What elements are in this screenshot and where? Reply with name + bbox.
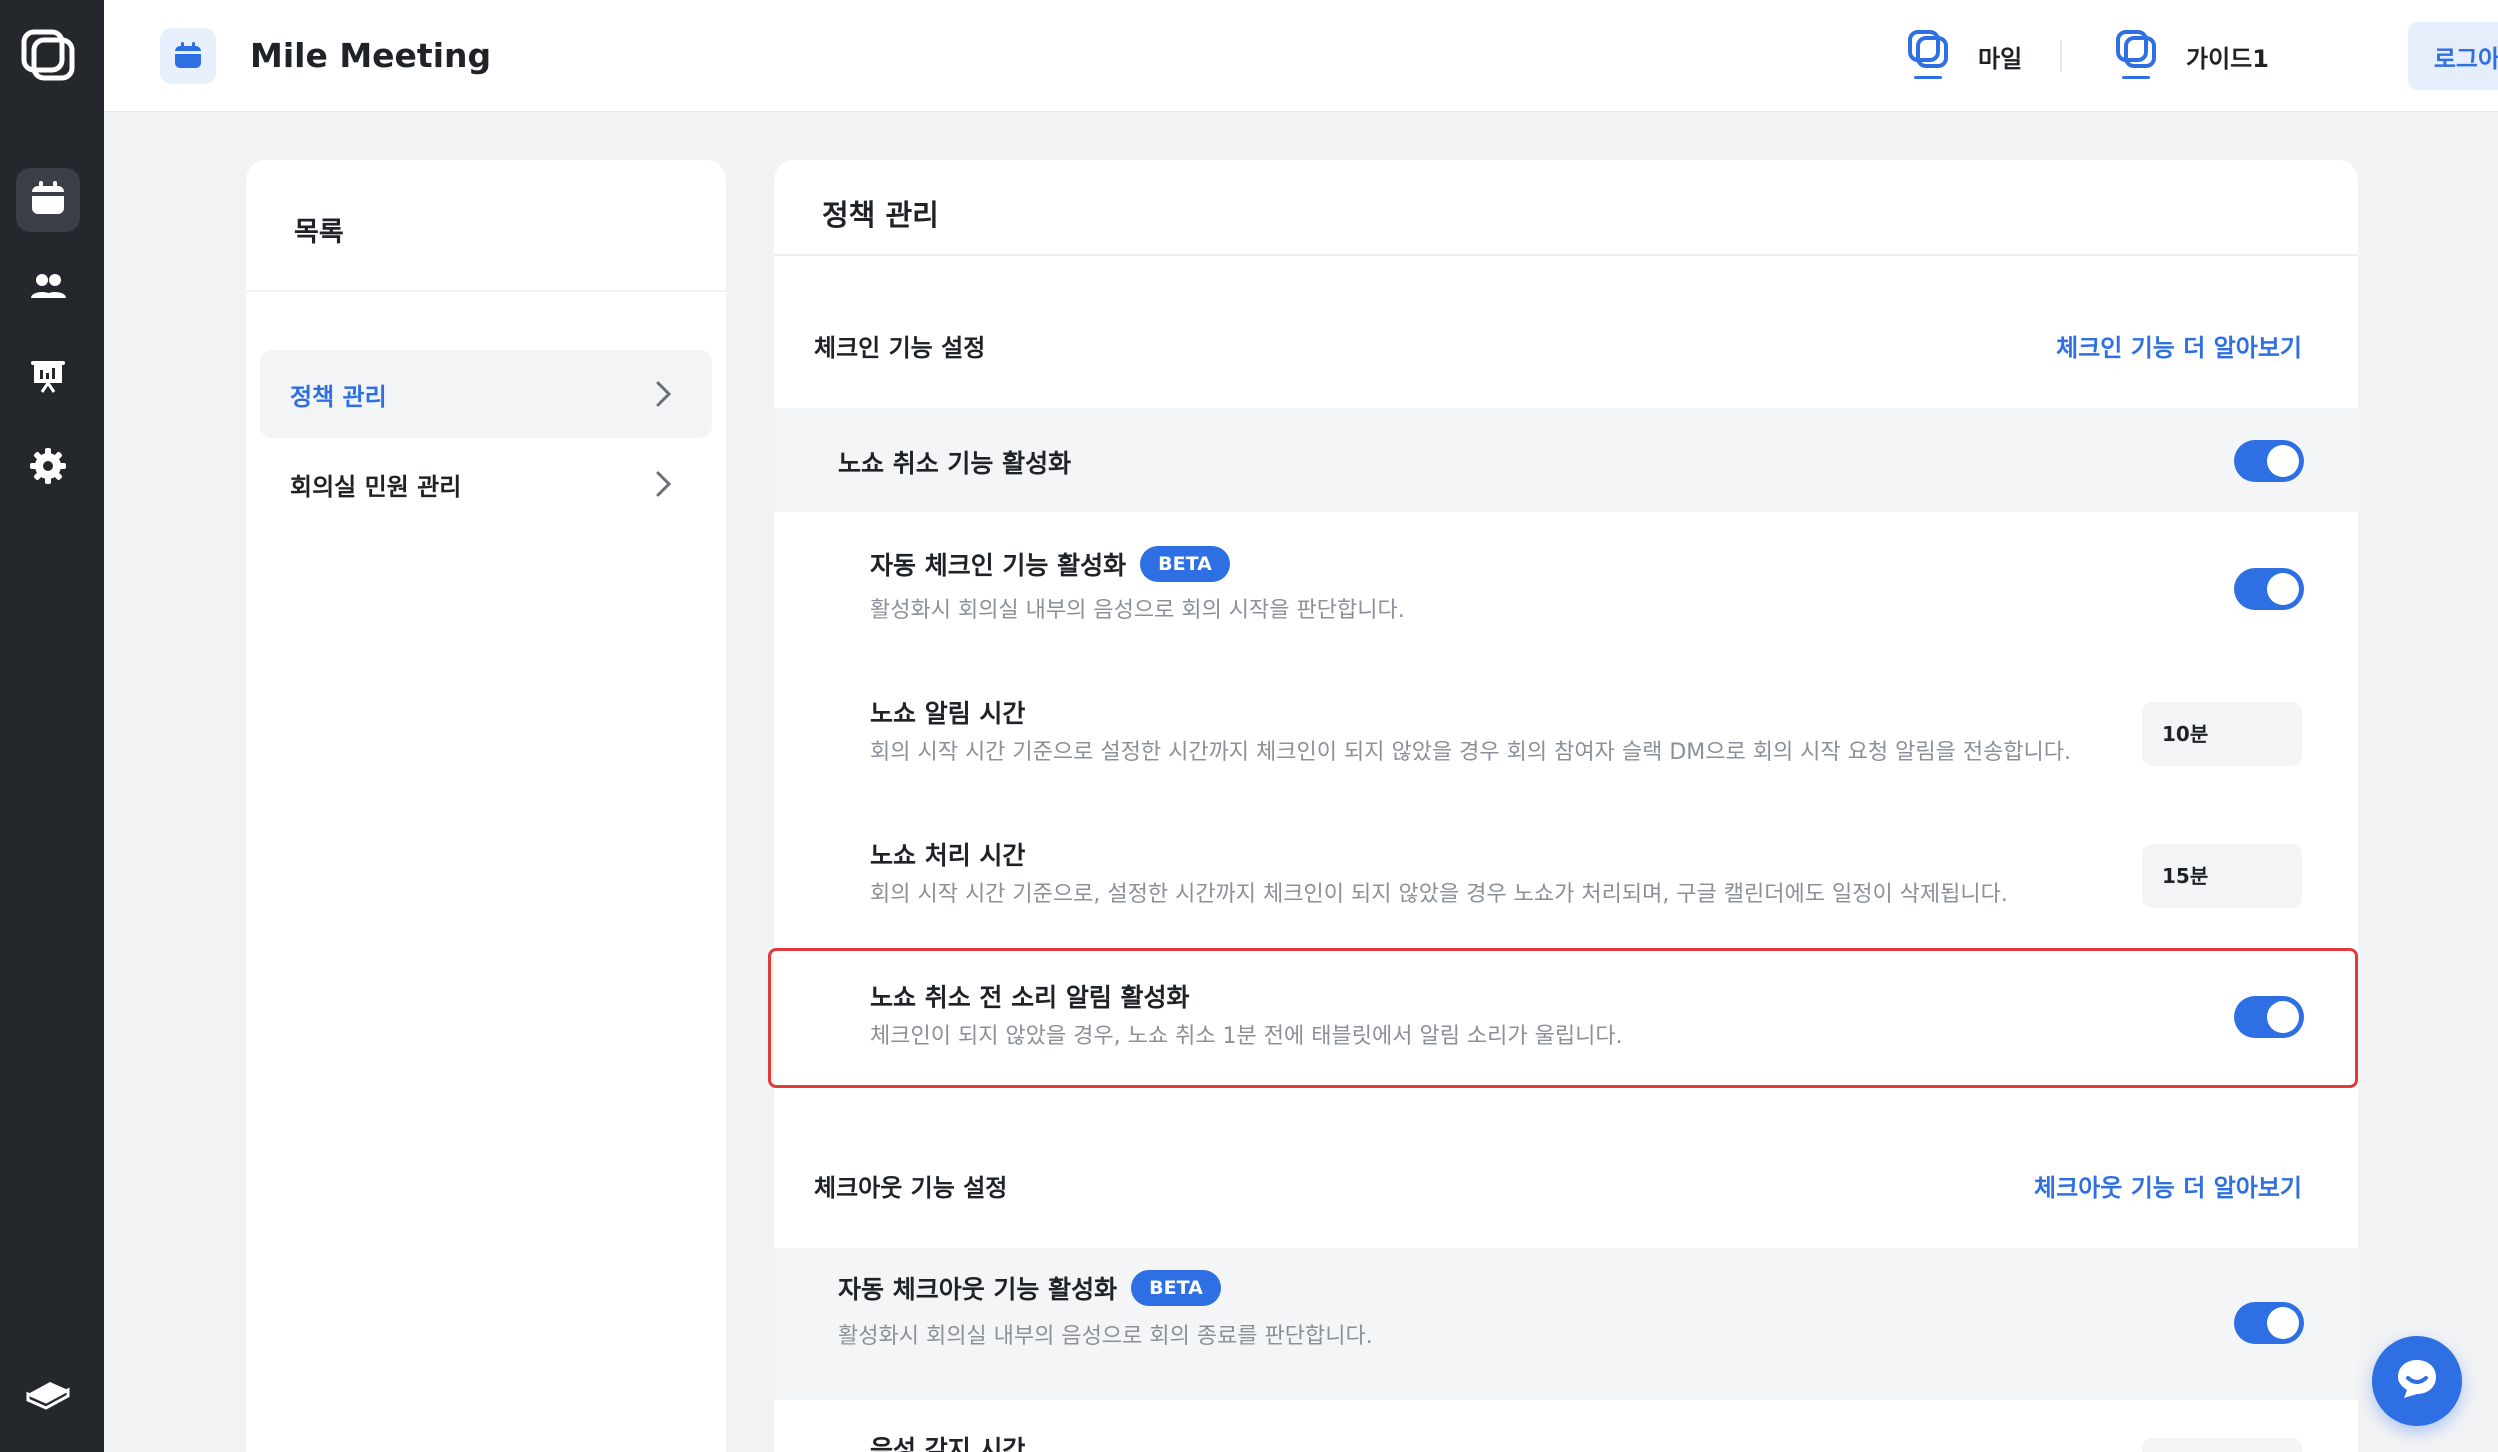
nav-people-button[interactable] (16, 256, 80, 320)
nav-presentation-button[interactable] (16, 346, 80, 410)
app-logo-icon[interactable] (20, 26, 76, 82)
noshow-alert-time-desc: 회의 시작 시간 기준으로 설정한 시간까지 체크인이 되지 않았을 경우 회의… (870, 740, 2072, 765)
auto-checkin-label: 자동 체크인 기능 활성화 BETA (870, 546, 1230, 585)
auto-checkin-toggle[interactable] (2234, 568, 2304, 610)
noshow-cancel-label: 노쇼 취소 기능 활성화 (838, 449, 1072, 478)
auto-checkout-label: 자동 체크아웃 기능 활성화 BETA (838, 1270, 1221, 1309)
noshow-cancel-row: 노쇼 취소 기능 활성화 (774, 408, 2358, 512)
noshow-alert-time-label: 노쇼 알림 시간 (870, 699, 1026, 728)
noshow-process-time-select[interactable]: 15분 (2142, 844, 2302, 908)
auto-checkout-toggle[interactable] (2234, 1302, 2304, 1344)
sound-alert-toggle[interactable] (2234, 996, 2304, 1038)
beta-badge: BETA (1140, 546, 1230, 582)
auto-checkout-row: 자동 체크아웃 기능 활성화 BETA 활성화시 회의실 내부의 음성으로 회의 … (774, 1248, 2358, 1400)
nav-settings-button[interactable] (16, 436, 80, 500)
voice-detect-time-label: 음성 감지 시간 (870, 1435, 1026, 1452)
nav-calendar-button[interactable] (16, 168, 80, 232)
auto-checkout-desc: 활성화시 회의실 내부의 음성으로 회의 종료를 판단합니다. (838, 1324, 1373, 1349)
noshow-cancel-toggle[interactable] (2234, 440, 2304, 482)
calendar-icon (28, 178, 68, 222)
settings-icon (28, 446, 68, 490)
divider (774, 254, 2358, 256)
divider (246, 290, 726, 292)
checkin-learn-more-link[interactable]: 체크인 기능 더 알아보기 (2056, 328, 2302, 363)
menu-list-card: 목록 정책 관리 회의실 민원 관리 (246, 160, 726, 1452)
book-icon (24, 1372, 72, 1416)
workspace-logo-icon (1904, 26, 1952, 86)
list-title: 목록 (294, 217, 344, 248)
page-title: 정책 관리 (822, 198, 939, 232)
user-name: 가이드1 (2186, 44, 2269, 73)
nav-rail (0, 0, 104, 1452)
noshow-alert-time-select[interactable]: 10분 (2142, 702, 2302, 766)
list-item-complaints[interactable]: 회의실 민원 관리 (260, 440, 712, 528)
noshow-process-time-label: 노쇼 처리 시간 (870, 841, 1026, 870)
noshow-process-time-desc: 회의 시작 시간 기준으로, 설정한 시간까지 체크인이 되지 않았을 경우 노… (870, 882, 2008, 907)
voice-detect-time-select[interactable] (2142, 1438, 2302, 1452)
people-icon (28, 266, 68, 310)
auto-checkin-desc: 활성화시 회의실 내부의 음성으로 회의 시작을 판단합니다. (870, 598, 1405, 623)
app-calendar-icon (160, 28, 216, 84)
chevron-right-icon (650, 470, 676, 498)
list-item-policy[interactable]: 정책 관리 (260, 350, 712, 438)
sound-alert-label: 노쇼 취소 전 소리 알림 활성화 (870, 983, 1190, 1012)
chat-icon (2392, 1354, 2442, 1408)
auto-checkin-label-text: 자동 체크인 기능 활성화 (870, 551, 1127, 580)
checkout-learn-more-link[interactable]: 체크아웃 기능 더 알아보기 (2034, 1168, 2302, 1203)
checkin-section-title: 체크인 기능 설정 (814, 334, 986, 362)
list-item-label: 회의실 민원 관리 (290, 472, 462, 501)
chevron-right-icon (650, 380, 676, 408)
workspace-name: 마일 (1978, 44, 2023, 73)
list-item-label: 정책 관리 (290, 382, 387, 411)
header-separator (2060, 40, 2062, 72)
auto-checkout-label-text: 자동 체크아웃 기능 활성화 (838, 1275, 1118, 1304)
checkout-section-title: 체크아웃 기능 설정 (814, 1174, 1008, 1202)
presentation-icon (28, 356, 68, 400)
policy-card: 정책 관리 체크인 기능 설정 체크인 기능 더 알아보기 노쇼 취소 기능 활… (774, 160, 2358, 1452)
chat-button[interactable] (2372, 1336, 2462, 1426)
nav-book-button[interactable] (16, 1362, 80, 1426)
user-logo-icon (2112, 26, 2160, 86)
beta-badge: BETA (1131, 1270, 1221, 1306)
app-title: Mile Meeting (250, 36, 492, 75)
top-header: Mile Meeting 마일 가이드1 로그아웃 (104, 0, 2498, 112)
sound-alert-desc: 체크인이 되지 않았을 경우, 노쇼 취소 1분 전에 태블릿에서 알림 소리가… (870, 1024, 1623, 1049)
workspace-switcher[interactable]: 마일 (1904, 26, 2022, 86)
user-menu[interactable]: 가이드1 (2112, 26, 2269, 86)
logout-button[interactable]: 로그아웃 (2408, 22, 2498, 90)
